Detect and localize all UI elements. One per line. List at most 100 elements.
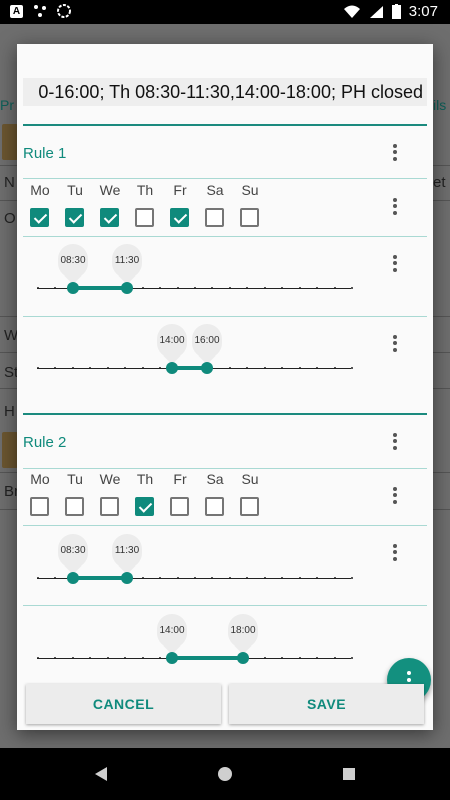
opening-hours-summary[interactable]: 0-16:00; Th 08:30-11:30,14:00-18:00; PH … [23, 78, 427, 106]
day-checkbox-tu[interactable] [65, 208, 84, 227]
slider-tick [177, 577, 179, 579]
day-label-mo: Mo [30, 471, 50, 487]
time-end-label: 18:00 [230, 625, 256, 636]
day-checkbox-tu[interactable] [65, 497, 84, 516]
time-end-handle[interactable] [121, 572, 133, 584]
slider-tick [54, 657, 56, 659]
slider-tick [194, 577, 196, 579]
rule-2-weekdays-menu-icon[interactable] [385, 485, 405, 505]
slider-tick [159, 577, 161, 579]
slider-tick [299, 657, 301, 659]
time-end-handle[interactable] [121, 282, 133, 294]
recents-icon[interactable] [343, 768, 355, 780]
time-end-label: 11:30 [114, 255, 140, 266]
time-start-handle[interactable] [166, 652, 178, 664]
rule-1-weekdays-menu-icon[interactable] [385, 196, 405, 216]
slider-tick [334, 287, 336, 289]
slider-tick [54, 367, 56, 369]
slider-tick [264, 657, 266, 659]
day-label-we: We [99, 471, 121, 487]
status-bar: A 3:07 [0, 0, 450, 24]
bg-row-label: H [4, 403, 15, 420]
time-start-handle[interactable] [166, 362, 178, 374]
rule-1-time-range-1[interactable]: 08:30 11:30 [37, 244, 353, 304]
time-start-handle[interactable] [67, 282, 79, 294]
slider-tick [37, 577, 39, 579]
signal-icon [369, 5, 383, 18]
slider-tick [246, 577, 248, 579]
day-checkbox-mo[interactable] [30, 208, 49, 227]
time-end-bubble: 16:00 [192, 324, 222, 358]
slider-tick [299, 287, 301, 289]
slider-tick [89, 367, 91, 369]
day-checkbox-we[interactable] [100, 497, 119, 516]
a-badge-icon: A [10, 4, 23, 18]
rule-2-range-1-menu-icon[interactable] [385, 542, 405, 562]
slider-tick [246, 367, 248, 369]
time-end-label: 16:00 [194, 335, 220, 346]
slider-tick [264, 577, 266, 579]
slider-tick [229, 287, 231, 289]
day-checkbox-fr[interactable] [170, 208, 189, 227]
slider-tick [194, 287, 196, 289]
slider-tick [246, 287, 248, 289]
time-start-handle[interactable] [67, 572, 79, 584]
save-button[interactable]: SAVE [229, 684, 424, 724]
slider-tick [334, 367, 336, 369]
day-checkbox-th[interactable] [135, 208, 154, 227]
slider-tick [316, 657, 318, 659]
slider-tick [107, 657, 109, 659]
back-icon[interactable] [95, 767, 107, 781]
day-label-fr: Fr [173, 471, 187, 487]
time-start-bubble: 14:00 [157, 614, 187, 648]
rule-1-time-range-2[interactable]: 14:00 16:00 [37, 324, 353, 384]
rule-1-menu-icon[interactable] [385, 142, 405, 162]
bg-row-label: N [4, 174, 15, 191]
slider-tick [281, 287, 283, 289]
bg-row-right: et [433, 174, 446, 191]
home-icon[interactable] [218, 767, 232, 781]
slider-tick [142, 577, 144, 579]
rule-1-range-1-menu-icon[interactable] [385, 253, 405, 273]
slider-tick [316, 367, 318, 369]
day-checkbox-su[interactable] [240, 208, 259, 227]
day-checkbox-fr[interactable] [170, 497, 189, 516]
day-label-th: Th [136, 182, 154, 198]
day-label-sa: Sa [206, 471, 224, 487]
slider-tick [142, 367, 144, 369]
time-end-handle[interactable] [237, 652, 249, 664]
bg-tab-left: Pr [0, 97, 14, 113]
time-start-bubble: 08:30 [58, 244, 88, 278]
slider-tick [72, 657, 74, 659]
cancel-button[interactable]: CANCEL [26, 684, 221, 724]
day-checkbox-su[interactable] [240, 497, 259, 516]
day-label-mo: Mo [30, 182, 50, 198]
slider-tick [159, 657, 161, 659]
rule-1-range-2-menu-icon[interactable] [385, 333, 405, 353]
slider-tick [211, 577, 213, 579]
day-label-fr: Fr [173, 182, 187, 198]
day-checkbox-we[interactable] [100, 208, 119, 227]
spinner-icon [57, 4, 71, 18]
bg-row-label: O [4, 210, 16, 227]
day-checkbox-mo[interactable] [30, 497, 49, 516]
day-checkbox-sa[interactable] [205, 497, 224, 516]
slider-tick [281, 577, 283, 579]
navigation-bar [0, 748, 450, 800]
rule-2-menu-icon[interactable] [385, 431, 405, 451]
day-label-th: Th [136, 471, 154, 487]
slider-tick [316, 287, 318, 289]
slider-tick [316, 577, 318, 579]
slider-tick [264, 287, 266, 289]
slider-tick [89, 657, 91, 659]
rule-2-time-range-2[interactable]: 14:00 18:00 [37, 614, 353, 674]
day-checkbox-th[interactable] [135, 497, 154, 516]
day-label-tu: Tu [67, 471, 83, 487]
slider-tick [107, 367, 109, 369]
rule-2-time-range-1[interactable]: 08:30 11:30 [37, 534, 353, 594]
day-checkbox-sa[interactable] [205, 208, 224, 227]
wifi-icon [343, 5, 360, 18]
time-start-label: 08:30 [60, 255, 86, 266]
time-end-handle[interactable] [201, 362, 213, 374]
opening-hours-dialog: 0-16:00; Th 08:30-11:30,14:00-18:00; PH … [17, 44, 433, 730]
